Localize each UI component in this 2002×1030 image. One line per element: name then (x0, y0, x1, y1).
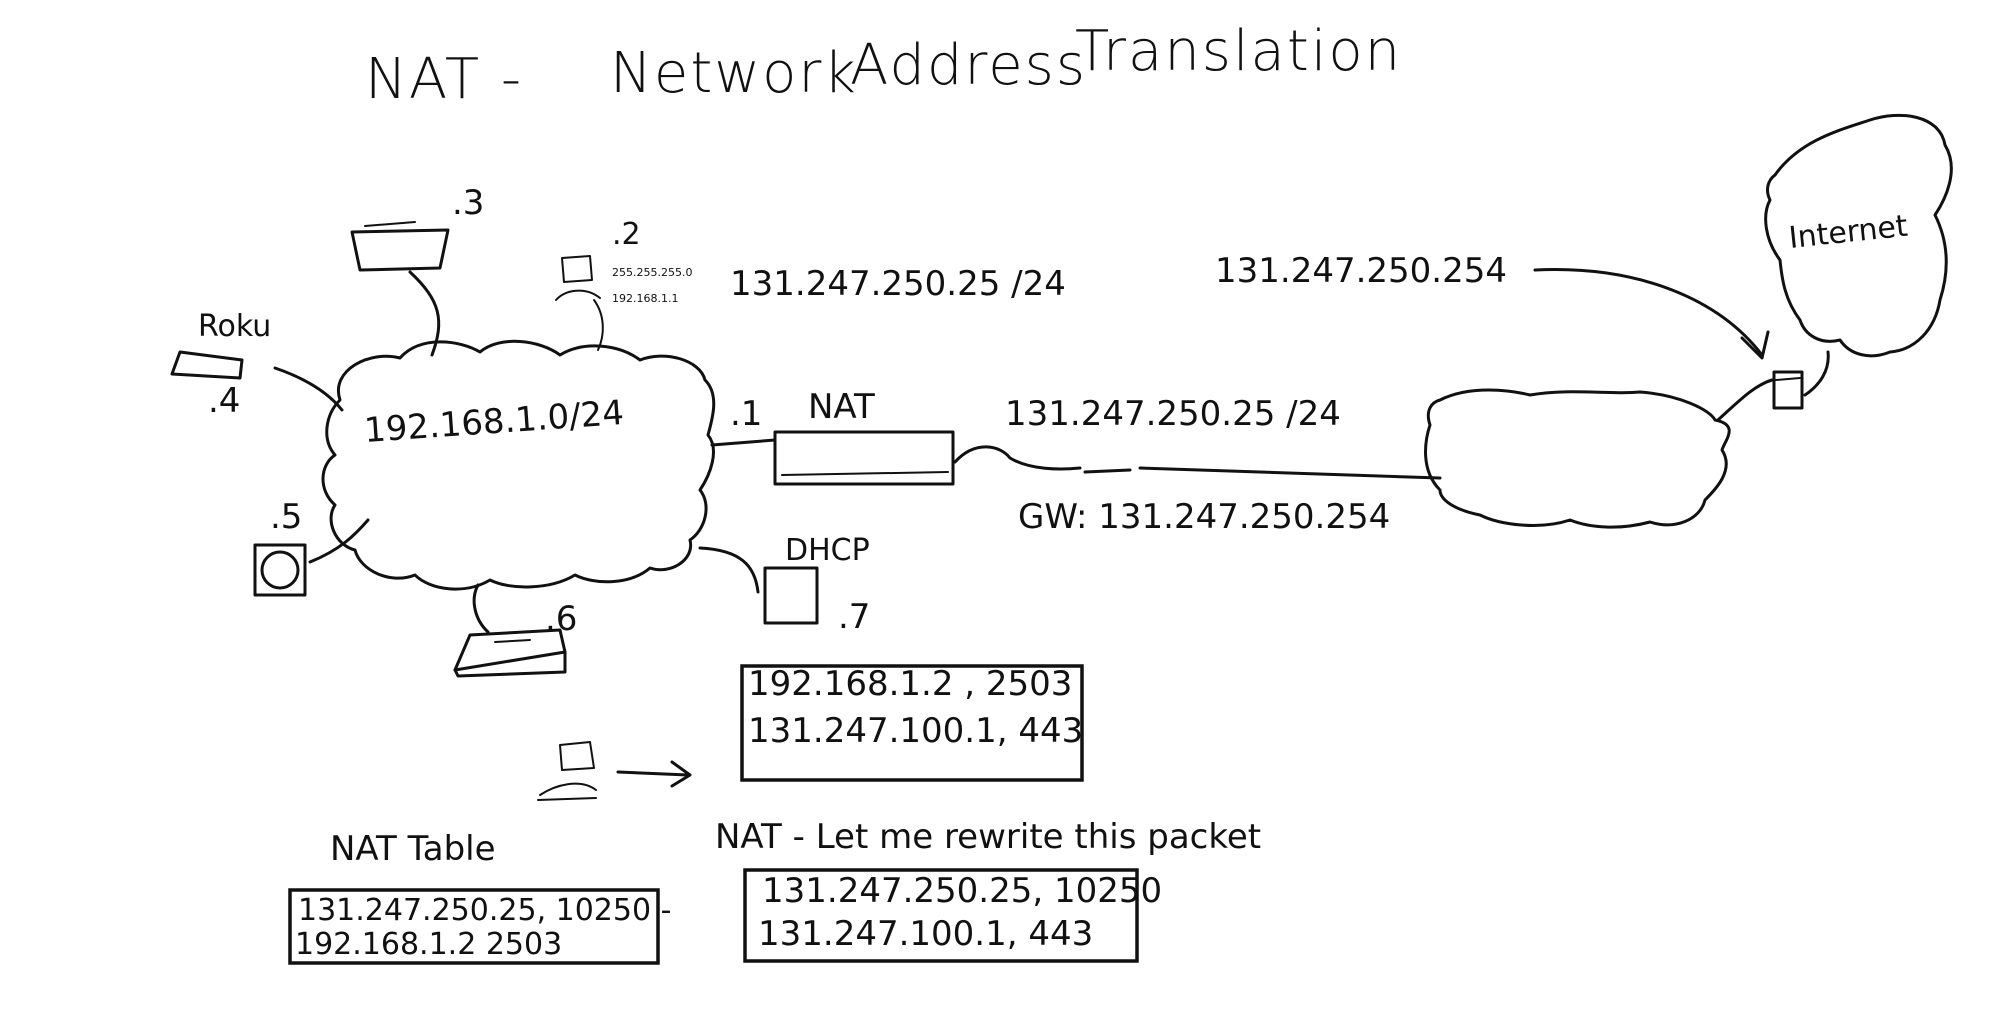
wan-link (953, 445, 1442, 480)
speaker-cone-icon (260, 550, 300, 590)
gateway-router-detail (1775, 377, 1801, 381)
roku-label: Roku (198, 309, 271, 344)
isp-to-gateway-link (1716, 378, 1774, 422)
internet-gateway (1716, 350, 1830, 422)
diagram-title: NAT - Network Address Translation (365, 19, 1402, 112)
sender-laptop-edge (537, 797, 597, 801)
dhcp-link (698, 546, 760, 594)
host-2-label: .2 (612, 217, 641, 252)
title-translation: Translation (1075, 19, 1402, 84)
nat-outside-ip: 131.247.250.25 /24 (1005, 394, 1341, 434)
host-6-device: .6 (453, 583, 577, 678)
sender-laptop-icon (559, 741, 595, 771)
isp-cloud (1424, 388, 1731, 529)
host-7-dhcp: DHCP .7 (698, 533, 870, 637)
host-2-mask: 255.255.255.0 (612, 266, 692, 279)
host-5-device: .5 (253, 497, 370, 597)
gateway-to-internet-link (1803, 350, 1830, 397)
sender-arrow (616, 770, 690, 777)
roku-link (273, 366, 344, 412)
rewrite-caption: NAT - Let me rewrite this packet (715, 817, 1261, 857)
host-2-gateway: 192.168.1.1 (612, 292, 678, 305)
host-4-roku: Roku .4 (170, 309, 344, 421)
nat-table-title: NAT Table (330, 829, 496, 869)
laptop-icon (561, 255, 593, 283)
host-6-link (472, 583, 490, 634)
host-5-label: .5 (270, 497, 302, 537)
tablet-top-edge (364, 221, 416, 227)
title-nat: NAT - (365, 47, 523, 112)
host-4-label: .4 (208, 381, 240, 421)
nat-diagram-canvas: NAT - Network Address Translation 192.16… (170, 19, 1953, 965)
host-2-link (593, 299, 604, 351)
sender-laptop (537, 741, 692, 801)
laptop-base (555, 289, 601, 301)
lan-subnet-label: 192.168.1.0/24 (363, 393, 625, 451)
packet-original-line1: 192.168.1.2 , 2503 (748, 664, 1072, 704)
host-3-device: .3 (350, 183, 484, 357)
tablet-icon (350, 228, 450, 272)
nat-table-line2: 192.168.1.2 2503 (295, 927, 562, 962)
host-6-label: .6 (545, 599, 577, 639)
title-address: Address (850, 33, 1087, 98)
lan-cloud (321, 339, 716, 591)
dhcp-label: DHCP (785, 533, 870, 568)
internet-label: Internet (1787, 209, 1909, 256)
nat-inside-label: .1 (730, 394, 762, 434)
nat-router-box (773, 430, 955, 486)
dhcp-server-icon (763, 566, 819, 625)
host-7-label: .7 (838, 597, 870, 637)
packet-original-line2: 131.247.100.1, 443 (748, 711, 1083, 751)
nat-table: NAT Table 131.247.250.25, 10250 - 192.16… (288, 829, 671, 965)
lan-to-nat-link (710, 438, 777, 447)
host-3-label: .3 (452, 183, 484, 223)
nat-router: .1 NAT (710, 387, 955, 486)
packet-rewritten-line1: 131.247.250.25, 10250 (762, 871, 1162, 911)
printer-slot (494, 639, 531, 643)
packet-rewritten-line2: 131.247.100.1, 443 (758, 914, 1093, 954)
packet-rewritten: 131.247.250.25, 10250 131.247.100.1, 443 (743, 868, 1162, 963)
nat-router-detail (781, 471, 949, 476)
host-2-public-ip: 131.247.250.25 /24 (730, 264, 1066, 304)
packet-original: 192.168.1.2 , 2503 131.247.100.1, 443 (740, 664, 1084, 782)
host-2-device: .2 255.255.255.0 192.168.1.1 131.247.250… (555, 217, 1066, 351)
gateway-router-ip: 131.247.250.254 (1215, 251, 1507, 291)
roku-icon (170, 350, 244, 380)
nat-gateway-label: GW: 131.247.250.254 (1018, 497, 1390, 537)
title-network: Network (610, 41, 858, 106)
router-ip-arrow (1533, 268, 1764, 357)
nat-label: NAT (808, 387, 875, 427)
sender-laptop-base (539, 782, 597, 796)
nat-table-line1: 131.247.250.25, 10250 - (298, 893, 671, 928)
